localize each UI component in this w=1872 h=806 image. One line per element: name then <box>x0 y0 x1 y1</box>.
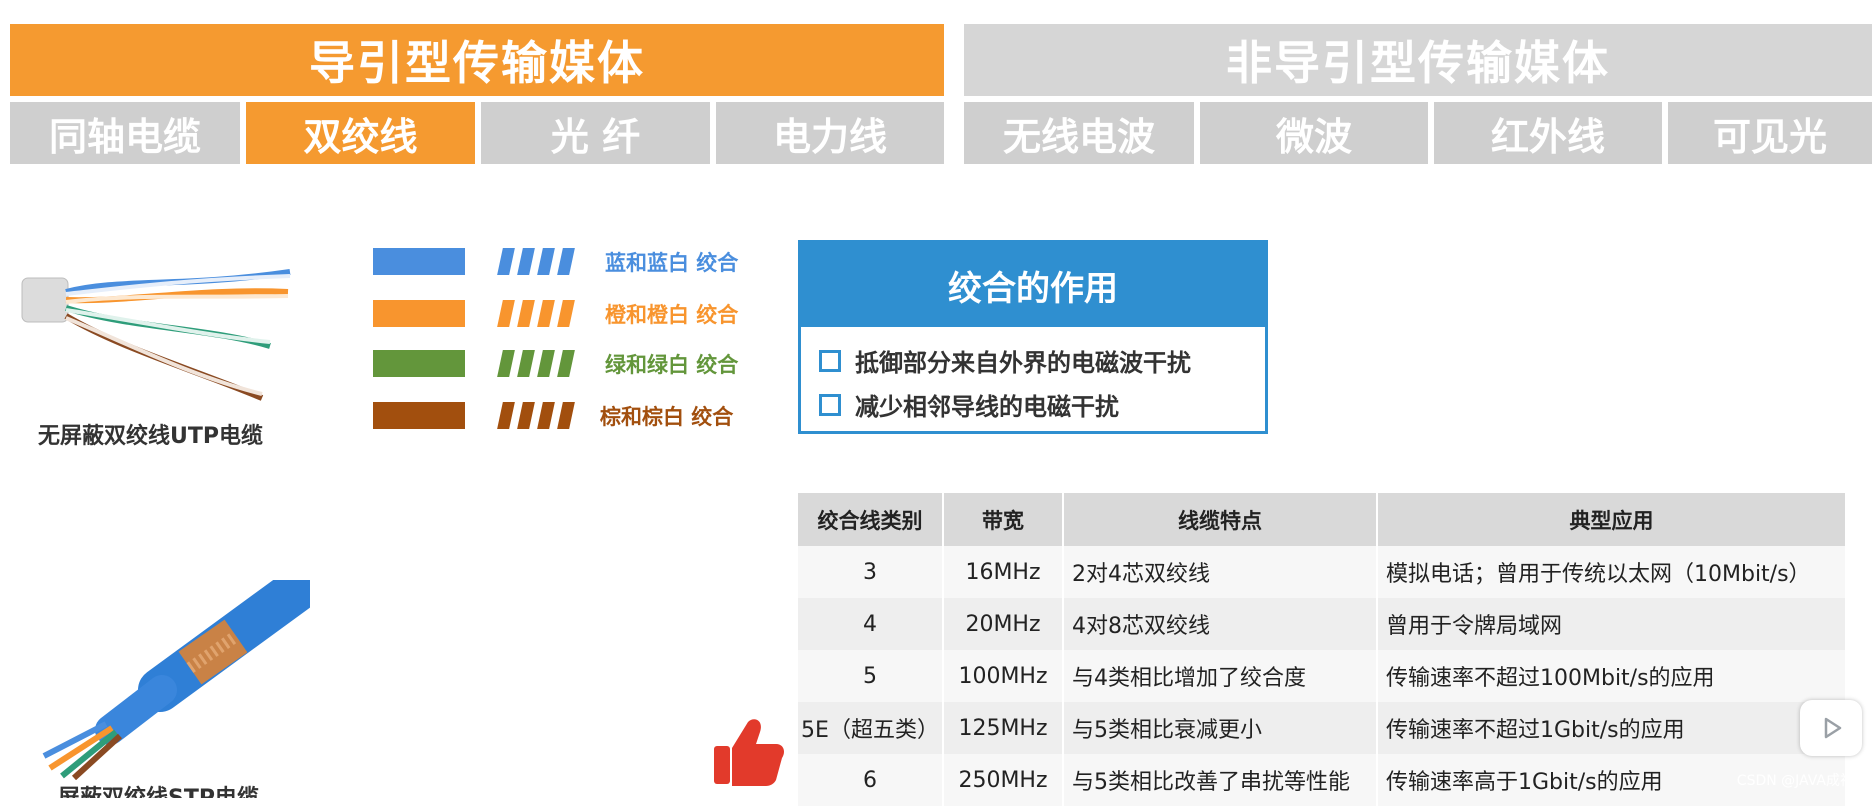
twist-function-item: 减少相邻导线的电磁干扰 <box>819 387 1119 422</box>
stp-cable-image <box>42 580 310 780</box>
table-cell: 16MHz <box>943 546 1064 598</box>
table-cell: 250MHz <box>943 754 1064 806</box>
wire-dash <box>557 300 575 327</box>
twist-function-item: 抵御部分来自外界的电磁波干扰 <box>819 343 1191 378</box>
table-cell: 曾用于令牌局域网 <box>1377 598 1847 650</box>
watermark: CSDN @JAVA成神 <box>1736 773 1854 789</box>
table-cell: 传输速率不超过100Mbit/s的应用 <box>1377 650 1847 702</box>
table-cell: 3 <box>798 546 944 598</box>
wire-dash <box>537 402 555 429</box>
wire-dash <box>497 350 515 377</box>
twist-function-item-text: 抵御部分来自外界的电磁波干扰 <box>855 349 1191 377</box>
table-cell: 传输速率不超过1Gbit/s的应用 <box>1377 702 1847 754</box>
play-icon <box>1824 717 1842 739</box>
wire-dash <box>517 402 535 429</box>
wire-bar-brown <box>373 402 465 429</box>
table-cell: 4对8芯双绞线 <box>1063 598 1378 650</box>
wire-label-green: 绿和绿白 绞合 <box>605 353 739 377</box>
wire-dash <box>497 300 515 327</box>
utp-cable-image <box>21 269 291 401</box>
checkbox-icon <box>819 393 841 416</box>
utp-caption: 无屏蔽双绞线UTP电缆 <box>38 424 263 449</box>
stp-caption: 屏蔽双绞线STP电缆 <box>58 784 259 798</box>
table-cell: 与5类相比改善了串扰等性能 <box>1063 754 1378 806</box>
tab-coaxial[interactable]: 同轴电缆 <box>10 102 240 164</box>
table-cell: 20MHz <box>943 598 1064 650</box>
wire-dash <box>537 248 555 275</box>
table-row: 6 250MHz 与5类相比改善了串扰等性能 传输速率高于1Gbit/s的应用 <box>798 754 1847 806</box>
tab-radio[interactable]: 无线电波 <box>964 102 1194 164</box>
table-header-bandwidth: 带宽 <box>943 493 1064 546</box>
tab-twisted-pair[interactable]: 双绞线 <box>246 102 475 164</box>
twist-function-title: 绞合的作用 <box>801 243 1265 327</box>
wire-dash <box>537 350 555 377</box>
tab-infrared[interactable]: 红外线 <box>1434 102 1662 164</box>
table-row: 5E（超五类） 125MHz 与5类相比衰减更小 传输速率不超过1Gbit/s的… <box>798 702 1847 754</box>
wire-dash <box>517 300 535 327</box>
table-row: 4 20MHz 4对8芯双绞线 曾用于令牌局域网 <box>798 598 1847 650</box>
wire-bar-green <box>373 350 465 377</box>
wire-label-orange: 橙和橙白 绞合 <box>605 303 739 327</box>
table-row: 3 16MHz 2对4芯双绞线 模拟电话；曾用于传统以太网（10Mbit/s） <box>798 546 1847 598</box>
table-header-features: 线缆特点 <box>1063 493 1378 546</box>
table-cell: 与5类相比衰减更小 <box>1063 702 1378 754</box>
wire-dash <box>517 248 535 275</box>
twist-function-box: 绞合的作用 抵御部分来自外界的电磁波干扰 减少相邻导线的电磁干扰 <box>798 240 1268 434</box>
wire-bar-orange <box>373 300 465 327</box>
tab-fiber[interactable]: 光 纤 <box>481 102 710 164</box>
wire-dash <box>557 402 575 429</box>
table-cell: 4 <box>798 598 944 650</box>
table-cell: 6 <box>798 754 944 806</box>
tab-visible-light[interactable]: 可见光 <box>1668 102 1872 164</box>
table-cell: 2对4芯双绞线 <box>1063 546 1378 598</box>
thumbs-up-icon <box>714 719 784 786</box>
wire-label-blue: 蓝和蓝白 绞合 <box>605 251 739 275</box>
wire-dash <box>557 350 575 377</box>
table-cell: 与4类相比增加了绞合度 <box>1063 650 1378 702</box>
table-cell: 5 <box>798 650 944 702</box>
checkbox-icon <box>819 349 841 372</box>
table-cell: 125MHz <box>943 702 1064 754</box>
guided-media-header: 导引型传输媒体 <box>10 24 944 96</box>
tab-powerline[interactable]: 电力线 <box>716 102 944 164</box>
twist-function-item-text: 减少相邻导线的电磁干扰 <box>855 393 1119 421</box>
wire-bar-blue <box>373 248 465 275</box>
tab-microwave[interactable]: 微波 <box>1200 102 1428 164</box>
table-row: 5 100MHz 与4类相比增加了绞合度 传输速率不超过100Mbit/s的应用 <box>798 650 1847 702</box>
wire-dash <box>557 248 575 275</box>
table-header-category: 绞合线类别 <box>798 493 944 546</box>
play-button[interactable] <box>1800 700 1862 756</box>
table-cell: 100MHz <box>943 650 1064 702</box>
twisted-pair-category-table: 绞合线类别 带宽 线缆特点 典型应用 3 16MHz 2对4芯双绞线 模拟电话；… <box>798 493 1847 806</box>
table-header-row: 绞合线类别 带宽 线缆特点 典型应用 <box>798 493 1847 546</box>
table-cell: 5E（超五类） <box>798 702 944 754</box>
unguided-media-header: 非导引型传输媒体 <box>964 24 1872 96</box>
table-cell: 模拟电话；曾用于传统以太网（10Mbit/s） <box>1377 546 1847 598</box>
wire-dash <box>517 350 535 377</box>
table-header-applications: 典型应用 <box>1377 493 1847 546</box>
wire-dash <box>497 248 515 275</box>
wire-dash <box>537 300 555 327</box>
wire-dash <box>497 402 515 429</box>
wire-label-brown: 棕和棕白 绞合 <box>600 405 734 429</box>
